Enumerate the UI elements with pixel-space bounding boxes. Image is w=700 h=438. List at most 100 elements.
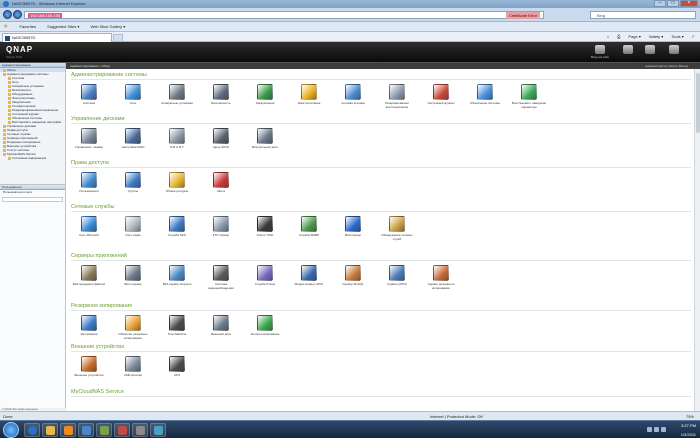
- login-site-button[interactable]: Вход на сайт: [586, 45, 614, 61]
- account-info[interactable]: Администратор: admin | Выход: [645, 63, 688, 69]
- section-item[interactable]: Сервер QPKG: [379, 265, 415, 290]
- section-title[interactable]: Права доступа: [71, 160, 691, 168]
- section-title[interactable]: MyCloudNAS Service: [71, 389, 691, 397]
- section-item[interactable]: Time Machine: [159, 315, 195, 340]
- section-item[interactable]: Сетевая корзина: [335, 84, 371, 109]
- volume-icon[interactable]: [654, 427, 659, 432]
- minimize-button[interactable]: –: [654, 0, 666, 7]
- section-item[interactable]: Сервер резервного копирования: [423, 265, 459, 290]
- groups-icon: [125, 172, 141, 188]
- section-item[interactable]: Виртуальный диск: [247, 128, 283, 153]
- taskbar-ie-button[interactable]: [24, 423, 40, 437]
- section-item[interactable]: Служба NFS: [159, 216, 195, 241]
- flag-icon[interactable]: [661, 427, 666, 432]
- suggested-sites-link[interactable]: Suggested Sites ▾: [47, 24, 79, 29]
- help-icon[interactable]: ?: [690, 32, 696, 42]
- section-item[interactable]: Веб-сервер: [335, 216, 371, 241]
- section-item[interactable]: Обновление системы: [467, 84, 503, 109]
- section-title[interactable]: Внешние устройства: [71, 344, 691, 352]
- time-machine-icon: [169, 315, 185, 331]
- section-title[interactable]: Управление дисками: [71, 116, 691, 124]
- taskbar-app-button[interactable]: [78, 423, 94, 437]
- section-item[interactable]: USB-принтер: [115, 356, 151, 381]
- start-button[interactable]: [3, 422, 19, 438]
- section-item[interactable]: Сеть Apple: [115, 216, 151, 241]
- taskbar-app2-button[interactable]: [96, 423, 112, 437]
- section-item[interactable]: Сервер MySQL: [335, 265, 371, 290]
- section-item[interactable]: Безопасность: [203, 84, 239, 109]
- address-bar[interactable]: 192.168.100.155 Certificate Error: [24, 11, 544, 19]
- certificate-error-badge[interactable]: Certificate Error: [505, 12, 540, 19]
- safety-menu[interactable]: Safety ▾: [647, 32, 665, 42]
- section-item-label: Веб-сервер загрузок: [162, 283, 192, 286]
- section-title[interactable]: Администрирование системы: [71, 72, 691, 80]
- section-item[interactable]: Обнаружение сетевых служб: [379, 216, 415, 241]
- clock[interactable]: 3:27 PM 1/2/2011: [681, 421, 696, 438]
- sidebar-item-label: Системная информация: [12, 156, 47, 160]
- section-item[interactable]: Фото-сервер: [115, 265, 151, 290]
- section-item[interactable]: Система: [71, 84, 107, 109]
- section-item[interactable]: Цель iSCSI: [203, 128, 239, 153]
- section-item[interactable]: Общие ресурсы: [159, 172, 195, 197]
- section-item-label: Служба SNMP: [298, 234, 320, 237]
- section-item[interactable]: Восстановить заводские параметры: [511, 84, 547, 109]
- section-item[interactable]: Управление томами: [71, 128, 107, 153]
- section-item[interactable]: Электропитание: [291, 84, 327, 109]
- section-item[interactable]: Квота: [203, 172, 239, 197]
- section-item[interactable]: Настройка RAID: [115, 128, 151, 153]
- main-scrollbar[interactable]: [694, 69, 700, 411]
- section-item[interactable]: Группы: [115, 172, 151, 197]
- network-icon[interactable]: [647, 427, 652, 432]
- page-menu[interactable]: Page ▾: [626, 32, 642, 42]
- section-item[interactable]: Служба iTunes: [247, 265, 283, 290]
- taskbar-app5-button[interactable]: [150, 423, 166, 437]
- back-button[interactable]: [3, 10, 12, 19]
- section: Права доступа Пользователи Группы Общие рес…: [71, 160, 691, 202]
- section-item[interactable]: Кнопка копирования: [247, 315, 283, 340]
- section-item-label: Служба iTunes: [254, 283, 276, 286]
- section-item[interactable]: Внешнее устройство: [71, 356, 107, 381]
- section-item[interactable]: Медиа-сервер UPnP: [291, 265, 327, 290]
- section-item[interactable]: Резервирование/восстановление установок: [379, 84, 415, 109]
- forward-button[interactable]: [13, 10, 22, 19]
- section-item[interactable]: Служба SNMP: [291, 216, 327, 241]
- home-icon[interactable]: ⌂: [605, 32, 611, 42]
- header-icon-4[interactable]: [660, 45, 688, 61]
- section-title[interactable]: Сетевые службы: [71, 204, 691, 212]
- section-item[interactable]: FTP-сервер: [203, 216, 239, 241]
- section-item[interactable]: Системный журнал: [423, 84, 459, 109]
- section-item[interactable]: Веб-менеджер файлов: [71, 265, 107, 290]
- section-item[interactable]: Аппаратные установки: [159, 84, 195, 109]
- web-slice-gallery-link[interactable]: Web Slice Gallery ▾: [90, 24, 125, 29]
- section-item-label: Облачное резервное копирование: [118, 333, 148, 340]
- section-title[interactable]: Серверы приложений: [71, 253, 691, 261]
- tools-menu[interactable]: Tools ▾: [669, 32, 685, 42]
- scrollbar-thumb[interactable]: [696, 73, 700, 133]
- new-tab-button[interactable]: [113, 34, 123, 42]
- section-item[interactable]: Внешний диск: [203, 315, 239, 340]
- taskbar-explorer-button[interactable]: [42, 423, 58, 437]
- window-title: NASC5B97D - Windows Internet Explorer: [12, 1, 86, 6]
- section-item[interactable]: Репликация: [71, 315, 107, 340]
- section-item[interactable]: Пользователи: [71, 172, 107, 197]
- section-item[interactable]: UPS: [159, 356, 195, 381]
- taskbar-media-button[interactable]: [60, 423, 76, 437]
- section-item[interactable]: Telnet / SSH: [247, 216, 283, 241]
- browser-tab[interactable]: NASC5B97D: [2, 33, 112, 42]
- section-item[interactable]: Система видеонаблюдения: [203, 265, 239, 290]
- section-item[interactable]: S.M.A.R.T.: [159, 128, 195, 153]
- close-button[interactable]: ×: [680, 0, 698, 7]
- sidebar-item[interactable]: Системная информация: [0, 156, 65, 160]
- search-input[interactable]: Bing: [590, 11, 696, 19]
- section-title[interactable]: Резервное копирование: [71, 303, 691, 311]
- section-item[interactable]: Уведомления: [247, 84, 283, 109]
- taskbar-app4-button[interactable]: [132, 423, 148, 437]
- print-icon[interactable]: ⎙: [615, 32, 622, 42]
- section-item[interactable]: Веб-сервер загрузок: [159, 265, 195, 290]
- section-item[interactable]: Облачное резервное копирование: [115, 315, 151, 340]
- section-item[interactable]: Сеть Microsoft: [71, 216, 107, 241]
- favorites-button[interactable]: Favorites: [20, 24, 36, 29]
- taskbar-app3-button[interactable]: [114, 423, 130, 437]
- maximize-button[interactable]: □: [667, 0, 679, 7]
- section-item[interactable]: Сеть: [115, 84, 151, 109]
